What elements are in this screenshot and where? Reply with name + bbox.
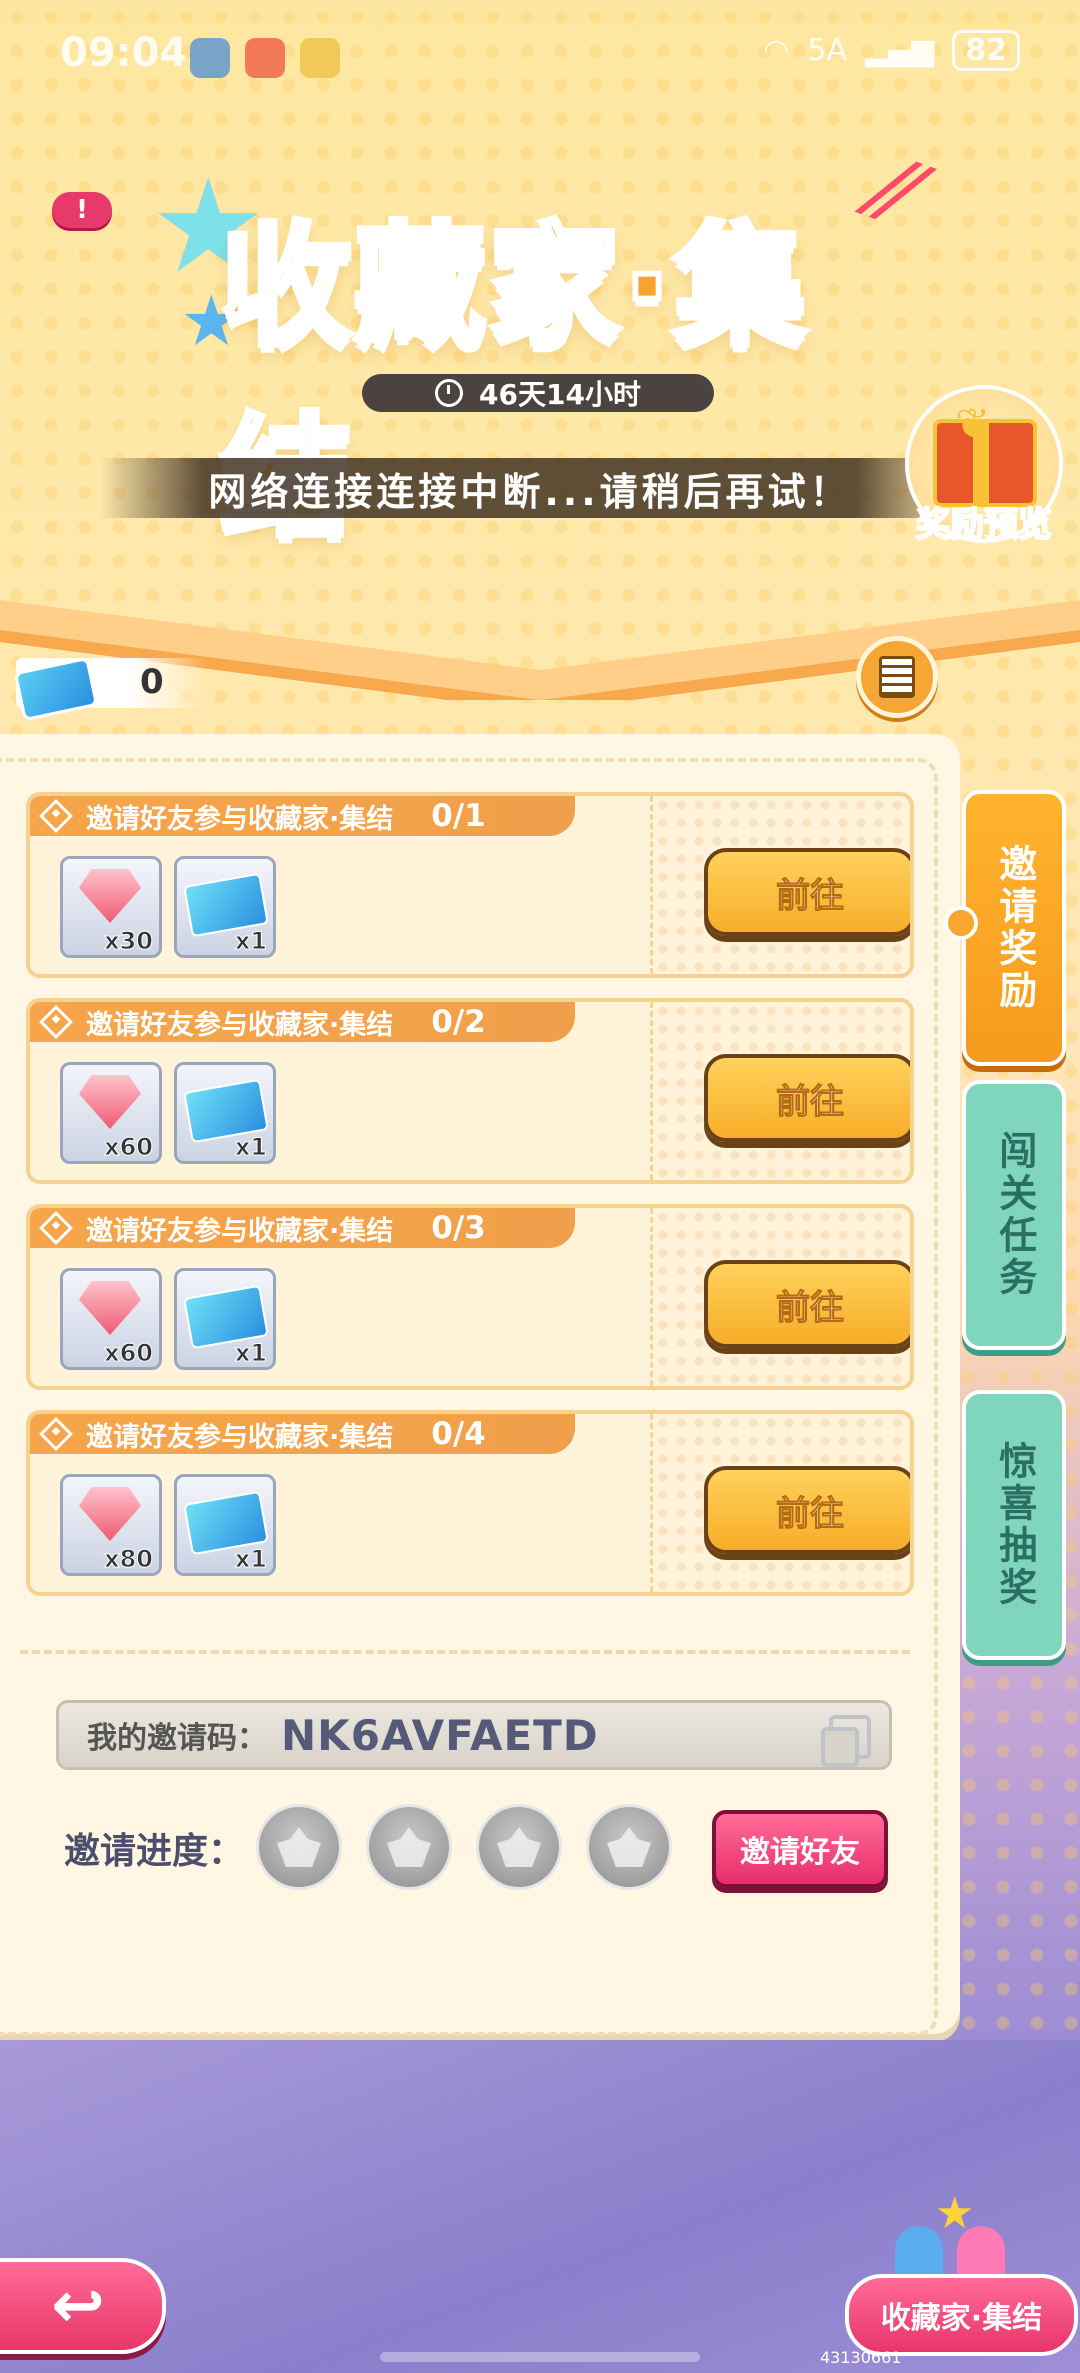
event-shortcut-label: 收藏家·集结 — [845, 2274, 1078, 2356]
task-title: 邀请好友参与收藏家·集结 — [86, 1215, 394, 1247]
gift-bow-icon: ❦ — [955, 399, 991, 448]
gem-reward-slot[interactable]: x60 — [60, 1268, 162, 1370]
task-progress: 0/1 — [431, 798, 486, 834]
shop-app-icon — [245, 38, 285, 78]
ticket-quantity: x1 — [234, 1133, 267, 1162]
task-header: 邀请好友参与收藏家·集结 0/4 — [30, 1414, 575, 1454]
invite-code-box: 我的邀请码： NK6AVFAETD — [56, 1700, 892, 1770]
task-title: 邀请好友参与收藏家·集结 — [86, 1421, 394, 1453]
diamond-icon — [39, 1211, 73, 1245]
task-card: 邀请好友参与收藏家·集结 0/4 x80 x1 前往 — [26, 1410, 914, 1596]
task-progress: 0/3 — [431, 1210, 486, 1246]
task-card-divider — [650, 1208, 653, 1386]
event-title-part1: 收藏家· — [217, 207, 675, 367]
go-button[interactable]: 前往 — [704, 1054, 910, 1142]
reward-preview-label: 奖励预览 — [915, 504, 1053, 546]
ticket-quantity: x1 — [234, 1545, 267, 1574]
gem-quantity: x30 — [104, 927, 154, 956]
signal-icon: ▂▄▆ — [865, 33, 935, 68]
star-icon: ★ — [935, 2188, 975, 2239]
task-title: 邀请好友参与收藏家·集结 — [86, 803, 394, 835]
empty-friend-slot — [476, 1804, 562, 1890]
network-error-toast: 网络连接连接中断...请稍后再试！ — [100, 458, 960, 518]
network-label: 5A — [807, 33, 848, 68]
ticket-reward-slot[interactable]: x1 — [174, 1474, 276, 1576]
clock-icon — [435, 379, 464, 407]
task-card: 邀请好友参与收藏家·集结 0/2 x60 x1 前往 — [26, 998, 914, 1184]
go-button[interactable]: 前往 — [704, 1260, 910, 1348]
gem-icon — [79, 869, 141, 923]
ticket-quantity: x1 — [234, 927, 267, 956]
gem-quantity: x60 — [104, 1133, 154, 1162]
info-button[interactable]: ! — [52, 192, 112, 228]
diamond-icon — [39, 1417, 73, 1451]
copy-icon[interactable] — [821, 1715, 871, 1767]
task-card-divider — [650, 1002, 653, 1180]
rules-button[interactable] — [856, 636, 938, 718]
go-button[interactable]: 前往 — [704, 1466, 910, 1554]
event-title-banner: ★ ★ ⁄⁄ 收藏家·集结 — [150, 138, 927, 558]
empty-friend-slot — [366, 1804, 452, 1890]
task-card-divider — [650, 796, 653, 974]
gem-reward-slot[interactable]: x80 — [60, 1474, 162, 1576]
tab-surprise-lottery[interactable]: 惊喜抽奖 — [962, 1390, 1066, 1660]
invite-progress-row: 邀请进度： 邀请好友 — [64, 1800, 894, 1890]
task-card-divider — [650, 1414, 653, 1592]
weibo-app-icon — [300, 38, 340, 78]
ticket-reward-slot[interactable]: x1 — [174, 1062, 276, 1164]
ticket-reward-slot[interactable]: x1 — [174, 856, 276, 958]
document-icon — [879, 656, 915, 698]
tab-level-tasks[interactable]: 闯关任务 — [962, 1080, 1066, 1350]
reward-preview-button[interactable]: ❦ 奖励预览 — [905, 385, 1065, 546]
task-card: 邀请好友参与收藏家·集结 0/3 x60 x1 前往 — [26, 1204, 914, 1390]
countdown-text: 46天14小时 — [479, 378, 641, 411]
gem-quantity: x80 — [104, 1545, 154, 1574]
task-progress: 0/4 — [431, 1416, 486, 1452]
gem-icon — [79, 1281, 141, 1335]
weather-app-icon — [190, 38, 230, 78]
characters-icon: ★ — [895, 2188, 1025, 2286]
build-id: 43130661 — [820, 2348, 902, 2367]
gem-icon — [79, 1075, 141, 1129]
battery-indicator: 82 — [952, 30, 1020, 71]
task-title: 邀请好友参与收藏家·集结 — [86, 1009, 394, 1041]
ticket-count: 0 — [140, 662, 164, 702]
task-header: 邀请好友参与收藏家·集结 0/3 — [30, 1208, 575, 1248]
task-card: 邀请好友参与收藏家·集结 0/1 x30 x1 前往 — [26, 792, 914, 978]
empty-friend-slot — [586, 1804, 672, 1890]
active-tab-indicator — [944, 906, 978, 940]
invite-progress-label: 邀请进度： — [64, 1831, 245, 1872]
back-button[interactable]: ↩ — [0, 2258, 166, 2354]
ticket-reward-slot[interactable]: x1 — [174, 1268, 276, 1370]
status-bar: 09:04 ◠ 5A ▂▄▆ 82 — [0, 30, 1080, 90]
invite-code-label: 我的邀请码： — [87, 1721, 267, 1756]
countdown-timer: 46天14小时 — [362, 374, 714, 412]
section-divider — [20, 1650, 910, 1654]
ticket-quantity: x1 — [234, 1339, 267, 1368]
status-time: 09:04 — [60, 30, 188, 76]
gem-reward-slot[interactable]: x60 — [60, 1062, 162, 1164]
task-header: 邀请好友参与收藏家·集结 0/2 — [30, 1002, 575, 1042]
back-arrow-icon: ↩ — [51, 2269, 105, 2343]
gem-quantity: x60 — [104, 1339, 154, 1368]
event-shortcut-button[interactable]: ★ 收藏家·集结 — [845, 2188, 1078, 2356]
home-indicator[interactable] — [380, 2352, 700, 2362]
task-header: 邀请好友参与收藏家·集结 0/1 — [30, 796, 575, 836]
task-progress: 0/2 — [431, 1004, 486, 1040]
diamond-icon — [39, 799, 73, 833]
tab-invite-rewards[interactable]: 邀请奖励 — [962, 790, 1066, 1066]
invite-code-value: NK6AVFAETD — [281, 1710, 599, 1760]
empty-friend-slot — [256, 1804, 342, 1890]
diamond-icon — [39, 1005, 73, 1039]
gem-icon — [79, 1487, 141, 1541]
invite-friend-button[interactable]: 邀请好友 — [712, 1810, 888, 1888]
gem-reward-slot[interactable]: x30 — [60, 856, 162, 958]
go-button[interactable]: 前往 — [704, 848, 910, 936]
status-right: ◠ 5A ▂▄▆ 82 — [763, 30, 1020, 71]
wifi-icon: ◠ — [763, 33, 790, 68]
